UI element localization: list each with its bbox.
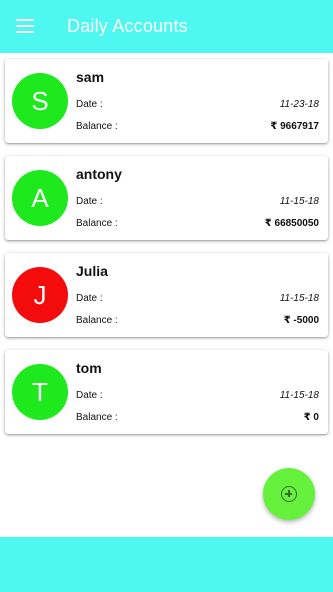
balance-label: Balance : xyxy=(76,315,118,326)
avatar: T xyxy=(12,364,68,420)
account-card-tom[interactable]: T tom Date : 11-15-18 Balance : ₹ 0 xyxy=(5,350,328,434)
balance-label: Balance : xyxy=(76,218,118,229)
hamburger-menu-icon[interactable] xyxy=(16,16,36,34)
account-card-sam[interactable]: S sam Date : 11-23-18 Balance : ₹ 966791… xyxy=(5,59,328,143)
date-value: 11-23-18 xyxy=(279,99,319,110)
avatar-initial: S xyxy=(31,85,49,116)
balance-value: ₹ 9667917 xyxy=(270,121,319,132)
account-name: Julia xyxy=(76,263,108,279)
account-card-antony[interactable]: A antony Date : 11-15-18 Balance : ₹ 668… xyxy=(5,156,328,240)
account-name: sam xyxy=(76,69,105,85)
date-label: Date : xyxy=(76,196,103,207)
balance-value: ₹ 0 xyxy=(303,412,319,423)
balance-label: Balance : xyxy=(76,121,118,132)
bottom-bar xyxy=(0,537,333,592)
avatar: J xyxy=(12,267,68,323)
add-circle-icon xyxy=(281,486,297,502)
date-value: 11-15-18 xyxy=(279,390,319,401)
date-label: Date : xyxy=(76,293,103,304)
account-card-julia[interactable]: J Julia Date : 11-15-18 Balance : ₹ -500… xyxy=(5,253,328,337)
avatar-initial: J xyxy=(33,279,47,310)
avatar: A xyxy=(12,170,68,226)
add-account-button[interactable] xyxy=(263,468,315,520)
avatar-initial: A xyxy=(31,182,49,213)
avatar: S xyxy=(12,73,68,129)
account-name: antony xyxy=(76,166,122,182)
date-label: Date : xyxy=(76,99,103,110)
balance-value: ₹ 66850050 xyxy=(264,218,319,229)
app-bar: Daily Accounts xyxy=(0,0,333,53)
account-name: tom xyxy=(76,360,102,376)
app-title: Daily Accounts xyxy=(67,16,188,36)
date-value: 11-15-18 xyxy=(279,196,319,207)
avatar-initial: T xyxy=(32,376,48,407)
balance-value: ₹ -5000 xyxy=(283,315,319,326)
date-value: 11-15-18 xyxy=(279,293,319,304)
date-label: Date : xyxy=(76,390,103,401)
balance-label: Balance : xyxy=(76,412,118,423)
